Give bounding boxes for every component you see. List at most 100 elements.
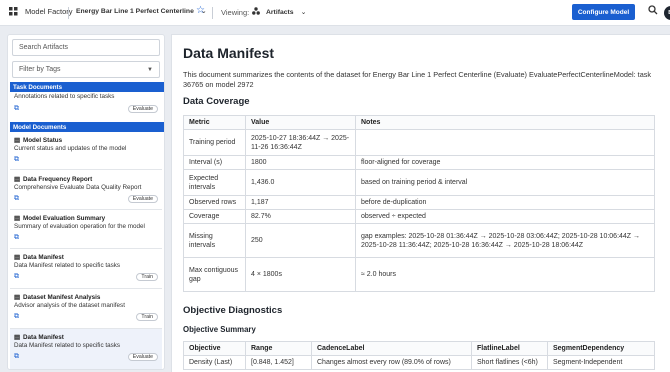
- item-title-text: Model Evaluation Summary: [22, 215, 106, 222]
- table-cell: ≈ 2.0 hours: [355, 257, 655, 292]
- table-cell: Density (Last): [183, 355, 246, 370]
- open-link-icon[interactable]: ⧉: [14, 313, 19, 321]
- document-icon: ▤: [14, 137, 20, 144]
- section-model-documents[interactable]: Model Documents: [10, 122, 164, 132]
- table-row: Interval (s) 1800 floor-aligned for cove…: [183, 155, 655, 170]
- table-header-row: Metric Value Notes: [183, 115, 655, 130]
- item-title-text: Data Frequency Report: [22, 176, 93, 183]
- table-cell: [355, 129, 655, 156]
- document-icon: ▤: [14, 334, 20, 341]
- table-row: Coverage 82.7% observed ÷ expected: [183, 209, 655, 224]
- table-cell: Expected intervals: [183, 169, 246, 196]
- column-header: FlatlineLabel: [471, 341, 548, 356]
- table-cell: [0.848, 1.452]: [245, 355, 312, 370]
- table-cell: 1,187: [245, 195, 356, 210]
- column-header: Range: [245, 341, 312, 356]
- table-cell: before de-duplication: [355, 195, 655, 210]
- item-title: ▤ Model Evaluation Summary: [14, 215, 105, 222]
- table-cell: 1,436.0: [245, 169, 356, 196]
- table-header-row: Objective Range CadenceLabel FlatlineLab…: [183, 341, 655, 356]
- item-description: Annotations related to specific tasks: [14, 93, 115, 100]
- chevron-down-icon: ⌄: [300, 9, 307, 16]
- objective-summary-heading: Objective Summary: [183, 325, 256, 334]
- list-item[interactable]: Annotations related to specific tasks ⧉ …: [10, 93, 162, 116]
- tag-badge: Evaluate: [127, 195, 158, 203]
- project-name: Energy Bar Line 1 Perfect Centerline: [76, 7, 194, 15]
- table-cell: gap examples: 2025-10-28 01:36:44Z → 202…: [355, 223, 655, 258]
- item-title: ▤ Data Frequency Report: [14, 176, 92, 183]
- table-cell: 2025-10-27 18:36:44Z → 2025-11-26 16:36:…: [245, 129, 356, 156]
- table-cell: Interval (s): [183, 155, 246, 170]
- item-description: Current status and updates of the model: [14, 145, 127, 152]
- open-link-icon[interactable]: ⧉: [14, 353, 19, 361]
- document-icon: ▤: [14, 254, 20, 261]
- open-link-icon[interactable]: ⧉: [14, 156, 19, 164]
- viewing-value: Artifacts: [266, 8, 294, 16]
- star-icon[interactable]: ☆: [196, 5, 205, 16]
- search-artifacts-input[interactable]: Search Artifacts: [12, 39, 160, 56]
- configure-model-button[interactable]: Configure Model: [572, 4, 635, 20]
- table-cell: floor-aligned for coverage: [355, 155, 655, 170]
- table-row: Observed rows 1,187 before de-duplicatio…: [183, 195, 655, 210]
- caret-down-icon: ▼: [147, 66, 153, 73]
- list-item[interactable]: ▤ Data Manifest Data Manifest related to …: [10, 254, 162, 284]
- avatar[interactable]: BI: [664, 6, 670, 20]
- column-header: Metric: [183, 115, 246, 130]
- column-header: Objective: [183, 341, 246, 356]
- list-item[interactable]: ▤ Model Status Current status and updates…: [10, 137, 162, 167]
- viewing-divider: [212, 7, 213, 19]
- app-home[interactable]: Model Factory: [9, 7, 73, 16]
- document-view: Data Manifest This document summarizes t…: [171, 34, 670, 372]
- column-header: Value: [245, 115, 356, 130]
- open-link-icon[interactable]: ⧉: [14, 273, 19, 281]
- viewing-selector[interactable]: Artifacts ⌄: [252, 7, 306, 17]
- artifacts-sidebar: Search Artifacts Filter by Tags ▼ Task D…: [7, 34, 165, 370]
- table-cell: Training period: [183, 129, 246, 156]
- document-icon: ▤: [14, 176, 20, 183]
- section-task-documents[interactable]: Task Documents: [10, 82, 164, 92]
- top-bar: Model Factory Energy Bar Line 1 Perfect …: [0, 0, 670, 26]
- table-cell: Max contiguous gap: [183, 257, 246, 292]
- table-cell: based on training period & interval: [355, 169, 655, 196]
- open-link-icon[interactable]: ⧉: [14, 105, 19, 113]
- column-header: CadenceLabel: [311, 341, 472, 356]
- page-title: Data Manifest: [183, 45, 275, 61]
- open-link-icon[interactable]: ⧉: [14, 195, 19, 203]
- app-title: Model Factory: [25, 7, 73, 16]
- item-description: Comprehensive Evaluate Data Quality Repo…: [14, 184, 142, 191]
- item-description: Summary of evaluation operation for the …: [14, 223, 145, 230]
- list-item-selected[interactable]: ▤ Data Manifest Data Manifest related to …: [10, 329, 162, 369]
- tag-badge: Train: [136, 273, 158, 281]
- table-cell: Segment-Independent: [547, 355, 655, 370]
- divider: [10, 248, 162, 249]
- table-cell: Coverage: [183, 209, 246, 224]
- table-cell: observed ÷ expected: [355, 209, 655, 224]
- grid-icon: [9, 7, 18, 16]
- table-cell: 250: [245, 223, 356, 258]
- item-title-text: Data Manifest: [22, 254, 64, 261]
- project-selector[interactable]: Energy Bar Line 1 Perfect Centerline ⌄: [76, 7, 207, 16]
- intro-text: This document summarizes the contents of…: [183, 70, 652, 89]
- filter-tags-label: Filter by Tags: [19, 66, 61, 73]
- item-title: ▤ Model Status: [14, 137, 62, 144]
- table-cell: Changes almost every row (89.0% of rows): [311, 355, 472, 370]
- filter-tags-select[interactable]: Filter by Tags ▼: [12, 61, 160, 78]
- column-header: Notes: [355, 115, 655, 130]
- item-title-text: Data Manifest: [22, 334, 64, 341]
- divider: [10, 288, 162, 289]
- list-item[interactable]: ▤ Dataset Manifest Analysis Advisor analy…: [10, 294, 162, 324]
- divider: [10, 169, 162, 170]
- open-link-icon[interactable]: ⧉: [14, 234, 19, 242]
- item-title-text: Dataset Manifest Analysis: [22, 294, 101, 301]
- list-item[interactable]: ▤ Data Frequency Report Comprehensive Eva…: [10, 176, 162, 206]
- search-icon[interactable]: [648, 5, 658, 17]
- table-row: Max contiguous gap 4 × 1800s ≈ 2.0 hours: [183, 257, 655, 292]
- item-description: Data Manifest related to specific tasks: [14, 262, 121, 269]
- column-header: SegmentDependency: [547, 341, 655, 356]
- list-item[interactable]: ▤ Model Evaluation Summary Summary of eva…: [10, 215, 162, 245]
- table-cell: Short flatlines (<6h): [471, 355, 548, 370]
- table-row: Expected intervals 1,436.0 based on trai…: [183, 169, 655, 196]
- objective-table: Objective Range CadenceLabel FlatlineLab…: [183, 341, 655, 370]
- item-title-text: Model Status: [22, 137, 63, 144]
- table-row: Training period 2025-10-27 18:36:44Z → 2…: [183, 129, 655, 156]
